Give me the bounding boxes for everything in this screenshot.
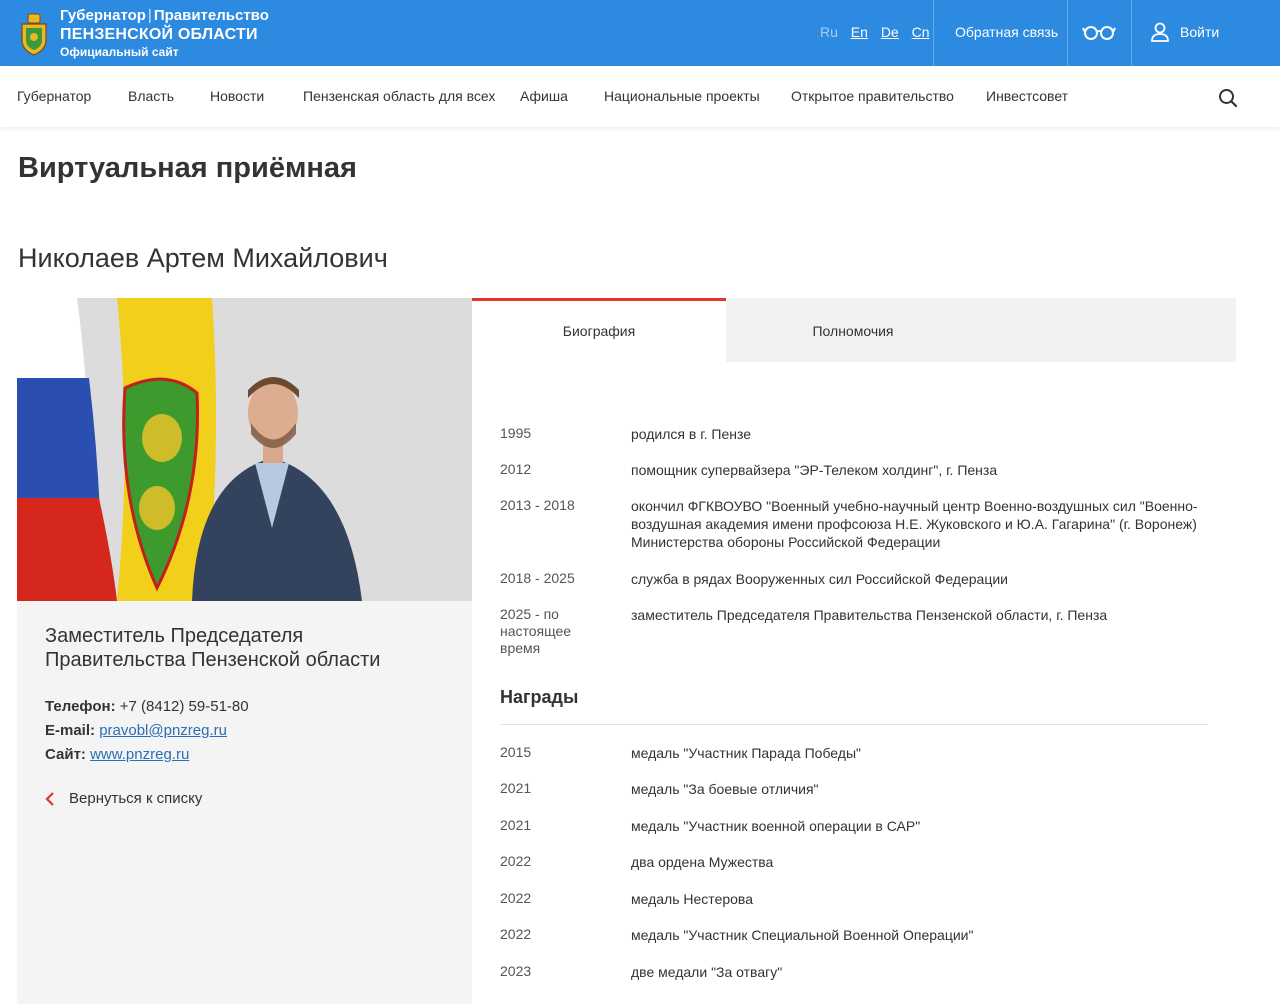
lang-en[interactable]: En bbox=[851, 24, 868, 40]
award-year: 2021 bbox=[500, 817, 532, 833]
site-link[interactable]: www.pnzreg.ru bbox=[90, 746, 189, 763]
language-switcher: Ru En De Cn bbox=[820, 24, 939, 40]
position-title: Заместитель Председателя Правительства П… bbox=[45, 625, 381, 671]
bio-year: 2013 - 2018 bbox=[500, 497, 575, 513]
lang-ru: Ru bbox=[820, 24, 838, 40]
email-label: E-mail: bbox=[45, 722, 96, 739]
brand-line-3: Официальный сайт bbox=[60, 45, 179, 59]
bio-year: 2025 - по настоящее время bbox=[500, 606, 572, 656]
awards-heading: Награды bbox=[500, 687, 579, 707]
nav-news[interactable]: Новости bbox=[210, 88, 264, 104]
brand-line-2: ПЕНЗЕНСКОЙ ОБЛАСТИ bbox=[60, 26, 258, 43]
award-year: 2022 bbox=[500, 890, 532, 906]
nav-afisha[interactable]: Афиша bbox=[520, 88, 568, 104]
lang-cn[interactable]: Cn bbox=[912, 24, 930, 40]
award-text: два ордена Мужества bbox=[631, 854, 774, 870]
search-icon[interactable] bbox=[1218, 88, 1238, 108]
user-icon[interactable] bbox=[1150, 22, 1170, 42]
divider bbox=[1067, 0, 1068, 66]
login-link[interactable]: Войти bbox=[1180, 24, 1219, 40]
tab-authority[interactable]: Полномочия bbox=[726, 298, 980, 362]
top-header: Губернатор | Правительство ПЕНЗЕНСКОЙ ОБЛА… bbox=[0, 0, 1280, 66]
glasses-icon[interactable] bbox=[1082, 23, 1116, 41]
divider bbox=[500, 724, 1208, 725]
site-row: Сайт: www.pnzreg.ru bbox=[45, 746, 189, 763]
bio-text: помощник супервайзера "ЭР-Телеком холдин… bbox=[631, 462, 998, 478]
divider bbox=[1131, 0, 1132, 66]
bio-year: 1995 bbox=[500, 425, 532, 441]
bio-year: 2012 bbox=[500, 461, 532, 477]
award-year: 2015 bbox=[500, 744, 532, 760]
phone-row: Телефон: +7 (8412) 59-51-80 bbox=[45, 698, 249, 715]
nav-governor[interactable]: Губернатор bbox=[17, 88, 91, 104]
award-text: две медали "За отвагу" bbox=[631, 964, 783, 980]
main-navigation: Губернатор Власть Новости Пензенская обл… bbox=[0, 66, 1280, 127]
back-to-list-link[interactable]: Вернуться к списку bbox=[69, 790, 202, 807]
award-text: медаль "Участник Парада Победы" bbox=[631, 745, 861, 761]
coat-of-arms-logo[interactable] bbox=[17, 10, 51, 56]
nav-region-for-all[interactable]: Пензенская область для всех bbox=[303, 88, 495, 104]
profile-tabs: Биография Полномочия bbox=[472, 298, 1236, 362]
bio-text: родился в г. Пензе bbox=[631, 426, 752, 442]
award-year: 2022 bbox=[500, 926, 532, 942]
brand-line-1: Губернатор | Правительство bbox=[60, 7, 269, 24]
award-text: медаль "Участник Специальной Военной Опе… bbox=[631, 927, 974, 943]
portrait-photo bbox=[17, 298, 472, 601]
bio-text: окончил ФГКВОУВО "Военный учебно-научный… bbox=[631, 498, 1198, 550]
phone-value: +7 (8412) 59-51-80 bbox=[119, 698, 249, 715]
person-name: Николаев Артем Михайлович bbox=[18, 243, 388, 273]
chevron-left-icon[interactable] bbox=[45, 792, 55, 806]
nav-investsovet[interactable]: Инвестсовет bbox=[986, 88, 1068, 104]
bio-text: служба в рядах Вооруженных сил Российско… bbox=[631, 571, 1008, 587]
profile-card: Заместитель Председателя Правительства П… bbox=[17, 298, 472, 1004]
award-year: 2023 bbox=[500, 963, 532, 979]
award-year: 2022 bbox=[500, 853, 532, 869]
nav-national-projects[interactable]: Национальные проекты bbox=[604, 88, 760, 104]
award-year: 2021 bbox=[500, 780, 532, 796]
bio-year: 2018 - 2025 bbox=[500, 570, 575, 586]
email-link[interactable]: pravobl@pnzreg.ru bbox=[99, 722, 227, 739]
site-brand[interactable]: Губернатор | Правительство ПЕНЗЕНСКОЙ ОБЛА… bbox=[60, 7, 269, 60]
lang-de[interactable]: De bbox=[881, 24, 899, 40]
nav-power[interactable]: Власть bbox=[128, 88, 174, 104]
feedback-link[interactable]: Обратная связь bbox=[955, 24, 1058, 40]
phone-label: Телефон: bbox=[45, 698, 116, 715]
award-text: медаль Нестерова bbox=[631, 891, 753, 907]
page-title: Виртуальная приёмная bbox=[18, 152, 357, 184]
divider bbox=[933, 0, 934, 66]
nav-open-government[interactable]: Открытое правительство bbox=[791, 88, 954, 104]
email-row: E-mail: pravobl@pnzreg.ru bbox=[45, 722, 227, 739]
site-label: Сайт: bbox=[45, 746, 86, 763]
bio-text: заместитель Председателя Правительства П… bbox=[631, 607, 1108, 623]
tab-biography[interactable]: Биография bbox=[472, 298, 726, 362]
award-text: медаль "Участник военной операции в САР" bbox=[631, 818, 921, 834]
award-text: медаль "За боевые отличия" bbox=[631, 781, 819, 797]
